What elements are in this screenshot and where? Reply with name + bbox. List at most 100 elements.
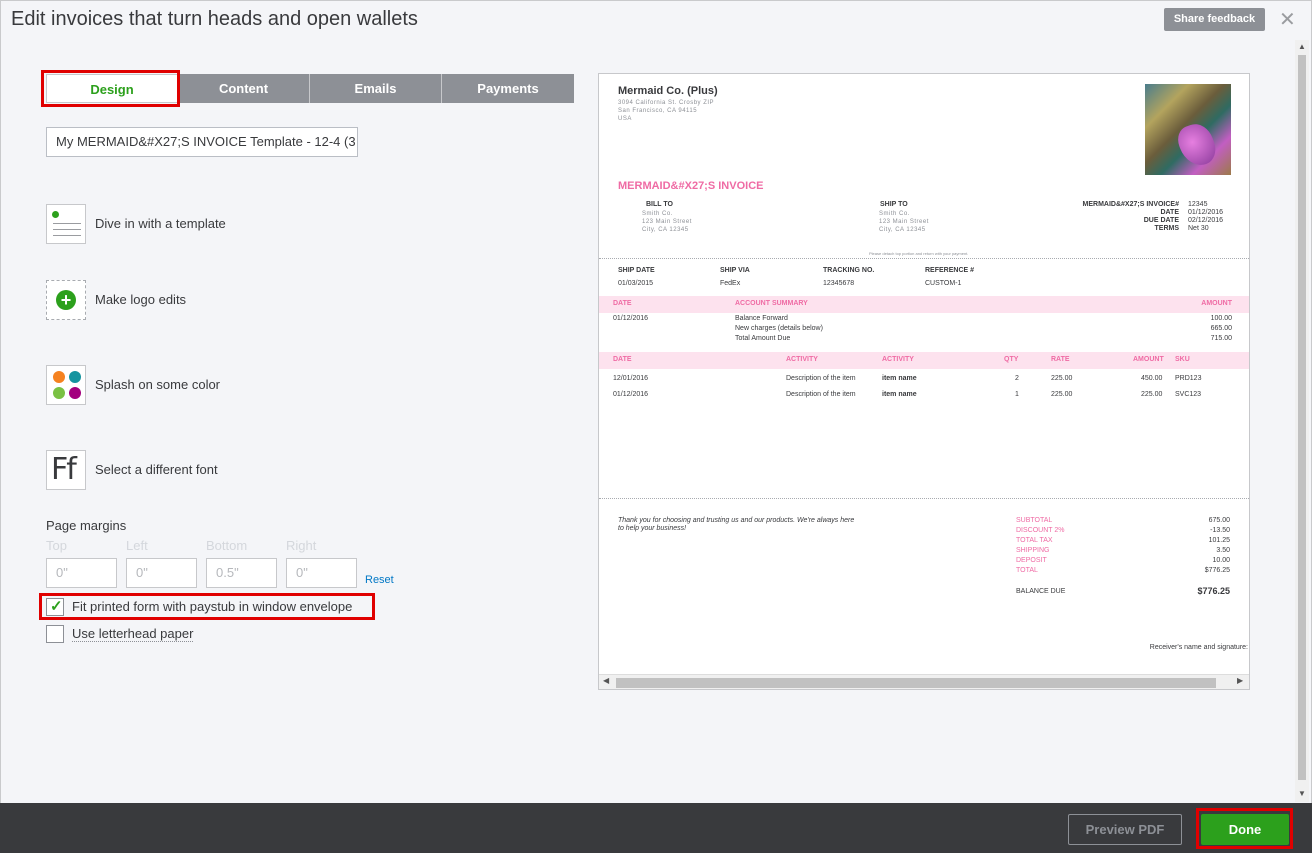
shipping-label: SHIPPING xyxy=(1016,547,1050,554)
letterhead-checkbox-label: Use letterhead paper xyxy=(72,626,194,642)
template-name-input[interactable]: My MERMAID&#X27;S INVOICE Template - 12-… xyxy=(46,127,358,157)
deposit-label: DEPOSIT xyxy=(1016,557,1047,564)
invoice-title: MERMAID&#X27;S INVOICE xyxy=(618,180,764,192)
invoice-date-value: 01/12/2016 xyxy=(1188,209,1224,216)
color-option[interactable]: Splash on some color xyxy=(46,365,346,405)
company-address-line: 3094 California St. Crosby ZIP xyxy=(618,100,715,106)
summary-row-amount: 665.00 xyxy=(1210,325,1232,332)
summary-row-amount: 715.00 xyxy=(1210,335,1232,342)
total-value: $776.25 xyxy=(1204,567,1230,574)
logo-option-label: Make logo edits xyxy=(95,292,187,307)
subtotal-value: 675.00 xyxy=(1208,517,1230,524)
ship-date-header: SHIP DATE xyxy=(618,267,655,274)
detach-note: Please detach top portion and return wit… xyxy=(869,251,969,256)
margin-right-input[interactable]: 0" xyxy=(286,558,357,588)
logo-option[interactable]: + Make logo edits xyxy=(46,280,346,320)
item-rate: 225.00 xyxy=(1051,391,1073,398)
company-logo xyxy=(1145,84,1231,175)
tab-payments[interactable]: Payments xyxy=(442,74,574,103)
item-rate: 225.00 xyxy=(1051,375,1073,382)
total-label: TOTAL xyxy=(1016,567,1038,574)
margin-right-label: Right xyxy=(286,538,317,553)
thank-you-line: Thank you for choosing and trusting us a… xyxy=(618,517,855,524)
terms-value: Net 30 xyxy=(1188,225,1209,232)
ship-date-value: 01/03/2015 xyxy=(618,280,654,287)
total-tax-value: 101.25 xyxy=(1208,537,1230,544)
invoice-number-label: MERMAID&#X27;S INVOICE# xyxy=(1082,201,1179,208)
item-date: 12/01/2016 xyxy=(613,375,649,382)
terms-label: TERMS xyxy=(1154,225,1180,232)
item-amount: 225.00 xyxy=(1141,391,1163,398)
preview-pdf-button[interactable]: Preview PDF xyxy=(1068,814,1182,845)
ship-via-value: FedEx xyxy=(720,280,741,287)
margin-left-input[interactable]: 0" xyxy=(126,558,197,588)
tab-content[interactable]: Content xyxy=(178,74,310,103)
add-logo-icon: + xyxy=(46,280,86,320)
scroll-right-icon[interactable]: ▶ xyxy=(1237,676,1243,685)
margin-bottom-label: Bottom xyxy=(206,538,248,553)
deposit-value: 10.00 xyxy=(1212,557,1230,564)
summary-header: ACCOUNT SUMMARY xyxy=(735,300,808,307)
color-option-label: Splash on some color xyxy=(95,377,221,392)
due-date-value: 02/12/2016 xyxy=(1188,217,1224,224)
bill-to-label: BILL TO xyxy=(646,201,673,208)
company-name: Mermaid Co. (Plus) xyxy=(618,85,718,97)
highlight-paystub-checkbox xyxy=(39,593,375,620)
items-end-line xyxy=(599,498,1249,499)
invoice-preview: Mermaid Co. (Plus) 3094 California St. C… xyxy=(598,73,1250,690)
preview-horizontal-scrollbar[interactable]: ◀ ▶ xyxy=(599,674,1249,689)
items-activity-name-header: ACTIVITY xyxy=(882,356,914,363)
summary-amount-header: AMOUNT xyxy=(1201,300,1232,307)
signature-label: Receiver's name and signature: xyxy=(1149,644,1248,651)
scroll-up-icon[interactable]: ▲ xyxy=(1298,42,1306,51)
dialog-footer: Preview PDF Done xyxy=(0,803,1312,853)
subtotal-label: SUBTOTAL xyxy=(1016,517,1053,524)
letterhead-checkbox[interactable] xyxy=(46,625,64,643)
highlight-design-tab xyxy=(41,70,180,107)
template-option[interactable]: Dive in with a template xyxy=(46,204,346,244)
bill-to-line: Smith Co. xyxy=(642,211,673,217)
reset-margins-link[interactable]: Reset xyxy=(365,574,394,586)
balance-due-label: BALANCE DUE xyxy=(1016,588,1066,595)
font-option[interactable]: Ff Select a different font xyxy=(46,450,346,490)
close-icon[interactable]: ✕ xyxy=(1279,7,1296,32)
ship-to-line: 123 Main Street xyxy=(879,219,929,225)
item-name: item name xyxy=(882,391,917,398)
invoice-date-label: DATE xyxy=(1160,209,1179,216)
scroll-thumb[interactable] xyxy=(616,678,1216,688)
item-date: 01/12/2016 xyxy=(613,391,649,398)
summary-header-band xyxy=(599,296,1249,313)
scroll-down-icon[interactable]: ▼ xyxy=(1298,789,1306,798)
items-rate-header: RATE xyxy=(1051,356,1070,363)
balance-due-value: $776.25 xyxy=(1197,586,1230,596)
page-margins-label: Page margins xyxy=(46,518,127,533)
summary-row-amount: 100.00 xyxy=(1210,315,1232,322)
margin-bottom-input[interactable]: 0.5" xyxy=(206,558,277,588)
dialog-header: Edit invoices that turn heads and open w… xyxy=(0,0,1312,40)
template-icon xyxy=(46,204,86,244)
due-date-label: DUE DATE xyxy=(1143,217,1179,224)
items-qty-header: QTY xyxy=(1004,356,1019,363)
share-feedback-button[interactable]: Share feedback xyxy=(1164,8,1265,31)
scroll-thumb[interactable] xyxy=(1298,55,1306,780)
item-name: item name xyxy=(882,375,917,382)
items-amount-header: AMOUNT xyxy=(1133,356,1164,363)
ship-to-line: Smith Co. xyxy=(879,211,910,217)
items-date-header: DATE xyxy=(613,356,632,363)
margin-top-input[interactable]: 0" xyxy=(46,558,117,588)
highlight-done-button xyxy=(1196,808,1293,849)
ship-to-label: SHIP TO xyxy=(880,201,908,208)
scroll-left-icon[interactable]: ◀ xyxy=(603,676,609,685)
detach-line xyxy=(599,258,1249,259)
color-palette-icon xyxy=(46,365,86,405)
tracking-header: TRACKING NO. xyxy=(823,267,875,274)
company-address-line: USA xyxy=(618,116,632,122)
invoice-number-value: 12345 xyxy=(1188,201,1208,208)
item-amount: 450.00 xyxy=(1141,375,1163,382)
vertical-scrollbar[interactable]: ▲ ▼ xyxy=(1295,40,1309,802)
item-sku: PRD123 xyxy=(1175,375,1202,382)
font-option-label: Select a different font xyxy=(95,462,218,477)
bill-to-line: 123 Main Street xyxy=(642,219,692,225)
tracking-value: 12345678 xyxy=(823,280,855,287)
tab-emails[interactable]: Emails xyxy=(310,74,442,103)
